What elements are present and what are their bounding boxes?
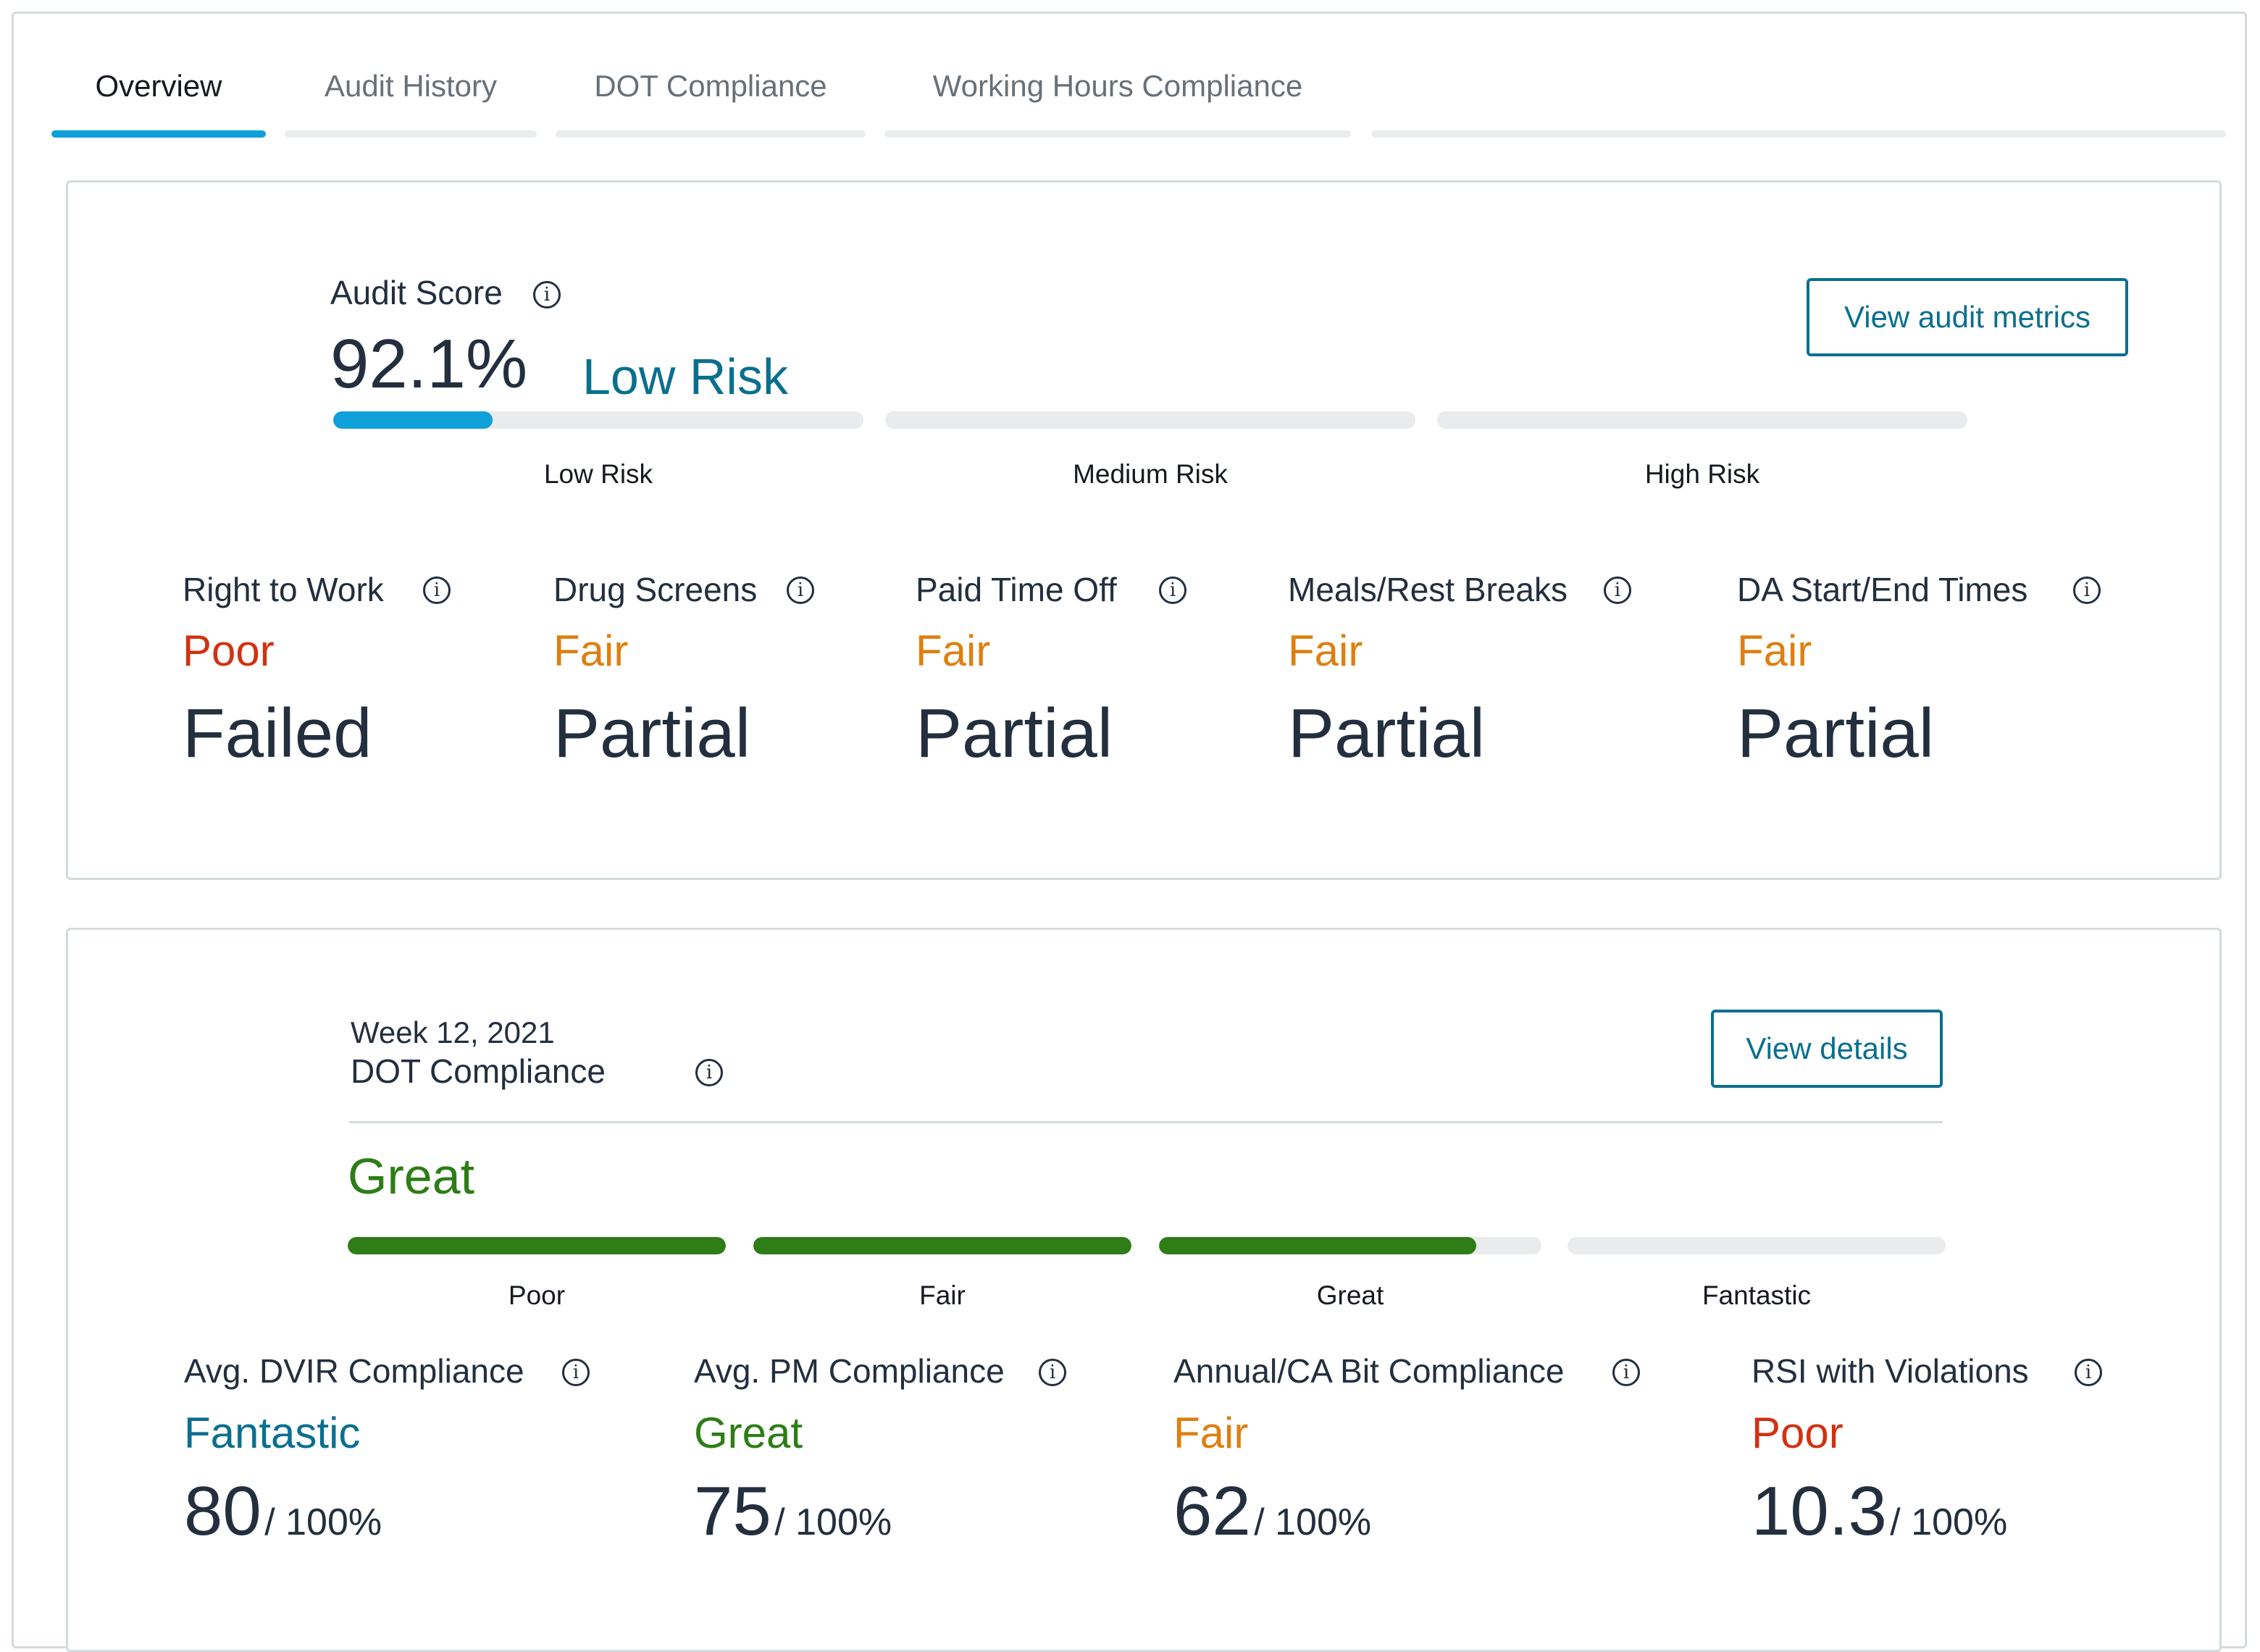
audit-metric-status: Partial <box>916 695 1113 772</box>
dot-metric-rating: Fantastic <box>184 1409 361 1457</box>
dot-metric-denominator: / 100% <box>1254 1501 1372 1543</box>
tab-bar-filler <box>1371 54 2226 138</box>
dot-metric-value: 62 <box>1173 1472 1251 1550</box>
dot-metric-denominator: / 100% <box>264 1501 382 1543</box>
audit-metric-rating: Fair <box>1737 626 1812 675</box>
dot-metric-score: 10.3 / 100% <box>1752 1472 2007 1551</box>
page-frame: Overview Audit History DOT Compliance Wo… <box>12 12 2247 1652</box>
dot-bar-great-fill <box>1159 1237 1477 1254</box>
dot-metric-title: Avg. DVIR Compliance <box>184 1352 524 1390</box>
annual-ca-bit-info-icon[interactable]: i <box>1612 1359 1640 1386</box>
dot-bar-fair-fill <box>753 1237 1131 1254</box>
audit-score-info-icon[interactable]: i <box>533 281 561 309</box>
dot-bar-fantastic-label: Fantastic <box>1702 1280 1812 1310</box>
dot-metric-value: 10.3 <box>1752 1472 1887 1550</box>
dot-metric-rating: Poor <box>1752 1409 1843 1457</box>
risk-bar-low <box>333 411 863 429</box>
view-audit-metrics-button[interactable]: View audit metrics <box>1807 278 2128 356</box>
dot-metric-title: Avg. PM Compliance <box>694 1352 1005 1390</box>
dot-compliance-card: Week 12, 2021 DOT Compliance i View deta… <box>66 928 2222 1652</box>
risk-bar-low-label: Low Risk <box>543 459 653 489</box>
dot-metric-value: 80 <box>184 1472 261 1550</box>
audit-metric-rating: Fair <box>553 626 629 675</box>
tab-dot-compliance[interactable]: DOT Compliance <box>556 54 866 138</box>
tab-overview-indicator <box>51 130 266 138</box>
dot-bar-poor <box>348 1237 726 1254</box>
rsi-violations-info-icon[interactable]: i <box>2075 1359 2102 1386</box>
audit-metric-rating: Fair <box>1288 626 1363 675</box>
view-details-button[interactable]: View details <box>1711 1010 1943 1088</box>
dot-metric-value: 75 <box>694 1472 771 1550</box>
paid-time-off-info-icon[interactable]: i <box>1159 576 1186 604</box>
tab-bar-filler-line <box>1371 130 2226 138</box>
audit-score-card: Audit Score i 92.1% Low Risk View audit … <box>66 180 2222 880</box>
tab-audit-history[interactable]: Audit History <box>285 54 537 138</box>
tab-audit-history-label: Audit History <box>324 69 498 103</box>
dot-metric-score: 62 / 100% <box>1173 1472 1371 1551</box>
dot-metric-score: 80 / 100% <box>184 1472 382 1551</box>
audit-metric-title: Drug Screens <box>553 571 758 608</box>
audit-score-value: 92.1% <box>330 325 528 403</box>
audit-metric-title: Right to Work <box>183 571 384 608</box>
audit-risk-label: Low Risk <box>582 348 788 405</box>
right-to-work-info-icon[interactable]: i <box>423 576 451 604</box>
tab-overview-label: Overview <box>95 69 222 103</box>
dot-metric-denominator: / 100% <box>774 1501 892 1543</box>
audit-metric-rating: Poor <box>183 626 275 675</box>
dot-metric-title: RSI with Violations <box>1752 1352 2029 1390</box>
tab-audit-history-indicator <box>285 130 537 138</box>
dot-bar-poor-fill <box>348 1237 726 1254</box>
dot-compliance-title: DOT Compliance <box>351 1052 606 1090</box>
audit-score-title: Audit Score <box>330 274 503 311</box>
audit-metric-status: Failed <box>183 695 372 772</box>
tab-dot-compliance-label: DOT Compliance <box>594 69 827 103</box>
tab-bar: Overview Audit History DOT Compliance Wo… <box>51 54 2226 138</box>
tab-dot-compliance-indicator <box>556 130 866 138</box>
dot-bar-fantastic <box>1568 1237 1946 1254</box>
dot-metric-denominator: / 100% <box>1890 1501 2008 1543</box>
dot-metric-title: Annual/CA Bit Compliance <box>1173 1352 1565 1390</box>
pm-info-icon[interactable]: i <box>1039 1359 1066 1386</box>
dot-bar-fair <box>753 1237 1131 1254</box>
dot-bar-poor-label: Poor <box>508 1280 566 1310</box>
audit-metric-title: Meals/Rest Breaks <box>1288 571 1568 608</box>
risk-bar-medium-label: Medium Risk <box>1073 459 1228 489</box>
dot-bar-fair-label: Fair <box>919 1280 966 1310</box>
dot-metric-score: 75 / 100% <box>694 1472 892 1551</box>
audit-metric-rating: Fair <box>916 626 991 675</box>
audit-metric-status: Partial <box>1288 695 1486 772</box>
risk-bar-high <box>1437 411 1967 429</box>
dot-metric-rating: Great <box>694 1409 803 1457</box>
drug-screens-info-icon[interactable]: i <box>787 576 814 604</box>
dot-compliance-info-icon[interactable]: i <box>695 1059 723 1086</box>
risk-bar-medium <box>885 411 1415 429</box>
tab-overview[interactable]: Overview <box>51 54 266 138</box>
dot-metric-rating: Fair <box>1173 1409 1249 1457</box>
da-start-end-times-info-icon[interactable]: i <box>2073 576 2101 604</box>
dot-week-label: Week 12, 2021 <box>351 1015 555 1049</box>
meals-rest-breaks-info-icon[interactable]: i <box>1604 576 1631 604</box>
dot-rating: Great <box>348 1148 475 1204</box>
dvir-info-icon[interactable]: i <box>562 1359 590 1386</box>
audit-metric-status: Partial <box>1737 695 1935 772</box>
dot-bar-great <box>1159 1237 1541 1254</box>
tab-working-hours-label: Working Hours Compliance <box>932 69 1303 103</box>
audit-metric-status: Partial <box>553 695 751 772</box>
audit-metric-title: Paid Time Off <box>916 571 1117 608</box>
audit-metric-title: DA Start/End Times <box>1737 571 2028 608</box>
tab-working-hours-compliance[interactable]: Working Hours Compliance <box>884 54 1351 138</box>
risk-bar-low-fill <box>333 411 493 429</box>
dot-bar-great-label: Great <box>1316 1280 1384 1310</box>
risk-bar-high-label: High Risk <box>1644 459 1760 489</box>
dot-divider <box>349 1121 1943 1123</box>
tab-working-hours-indicator <box>884 130 1351 138</box>
